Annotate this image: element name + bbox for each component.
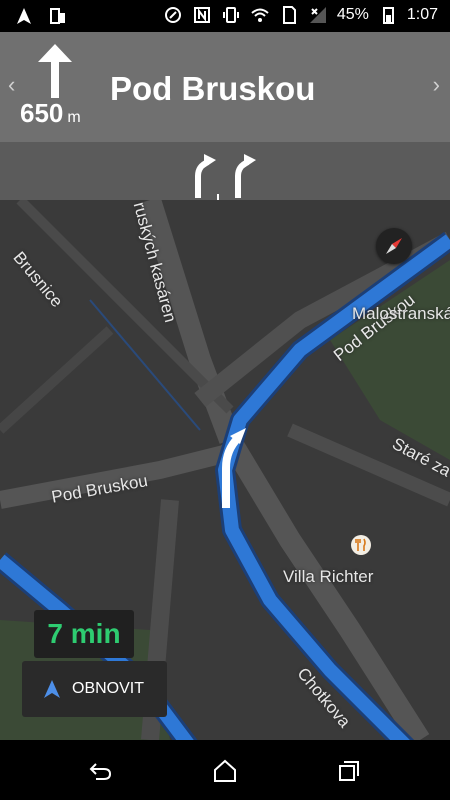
restaurant-icon[interactable]	[351, 535, 371, 555]
compass-button[interactable]	[376, 228, 412, 264]
map-label-malostranska: Malostranská	[352, 304, 450, 323]
map-canvas[interactable]	[0, 200, 450, 740]
status-bar: 45% 1:07	[0, 0, 450, 32]
sim-icon	[282, 6, 296, 24]
nfc-n-icon	[193, 7, 210, 23]
nfc-icon	[164, 7, 181, 23]
map-view[interactable]	[0, 200, 450, 740]
next-turn-card[interactable]: 650 m Pod Bruskou ‹ ›	[0, 32, 450, 142]
wifi-icon	[251, 8, 269, 22]
battery-percent: 45%	[336, 6, 369, 23]
screen-cast-icon	[50, 8, 65, 24]
recent-apps-icon[interactable]	[336, 758, 362, 784]
map-label-villa-richter: Villa Richter	[283, 567, 374, 586]
navigation-icon	[17, 8, 31, 24]
signal-icon	[309, 7, 326, 23]
eta-badge: 7 min	[34, 610, 134, 658]
turn-distance: 650 m	[20, 98, 81, 128]
vibrate-icon	[222, 7, 239, 23]
compass-icon	[386, 238, 402, 254]
recenter-button[interactable]: OBNOVIT	[22, 661, 167, 717]
recenter-label: OBNOVIT	[72, 680, 145, 697]
next-step-icon[interactable]: ›	[433, 72, 440, 98]
lane-guidance	[0, 142, 450, 200]
home-icon[interactable]	[212, 758, 238, 784]
back-icon[interactable]	[88, 758, 114, 784]
system-navigation-bar	[0, 740, 450, 800]
turn-street-name: Pod Bruskou	[110, 70, 316, 107]
previous-step-icon[interactable]: ‹	[8, 72, 15, 98]
battery-icon	[382, 7, 394, 24]
lane-arrows-icon	[195, 154, 256, 200]
navigation-arrow-icon	[44, 680, 60, 698]
straight-arrow-icon	[38, 44, 72, 98]
clock: 1:07	[406, 6, 438, 23]
